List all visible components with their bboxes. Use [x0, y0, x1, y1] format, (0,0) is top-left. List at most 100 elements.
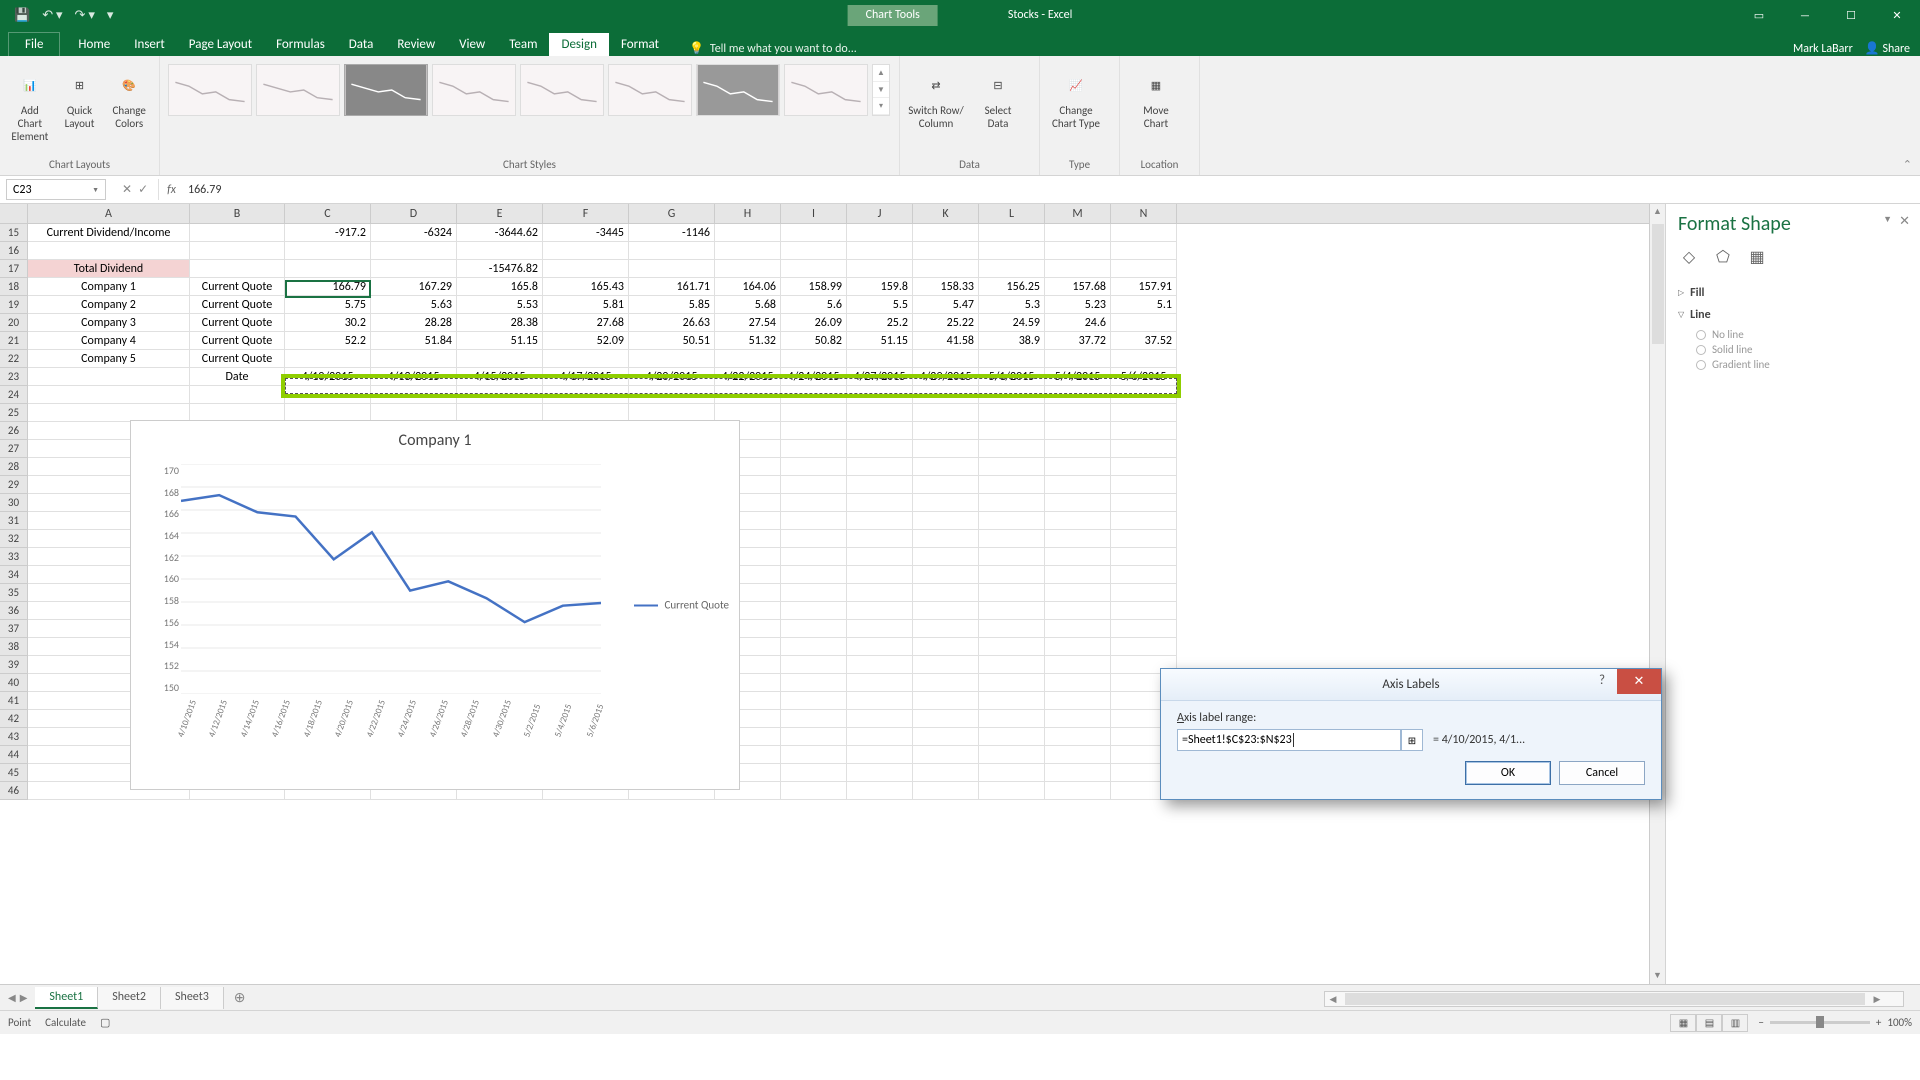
range-picker-icon[interactable]: ⊞ [1401, 729, 1423, 751]
maximize-icon[interactable]: ☐ [1828, 0, 1874, 30]
cell-L43[interactable] [979, 728, 1045, 746]
cell-K35[interactable] [913, 584, 979, 602]
cell-N28[interactable] [1111, 458, 1177, 476]
cell-N25[interactable] [1111, 404, 1177, 422]
cell-M42[interactable] [1045, 710, 1111, 728]
cell-B15[interactable] [190, 224, 285, 242]
cell-M43[interactable] [1045, 728, 1111, 746]
cell-D15[interactable]: -6324 [371, 224, 457, 242]
cell-I31[interactable] [781, 512, 847, 530]
row-header-30[interactable]: 30 [0, 494, 28, 512]
fill-expander[interactable]: ▷Fill [1678, 282, 1908, 304]
cell-M34[interactable] [1045, 566, 1111, 584]
row-header-28[interactable]: 28 [0, 458, 28, 476]
cell-M36[interactable] [1045, 602, 1111, 620]
select-data-button[interactable]: ⊟ Select Data [970, 64, 1026, 130]
chart-title[interactable]: Company 1 [131, 421, 739, 454]
cell-C19[interactable]: 5.75 [285, 296, 371, 314]
row-header-25[interactable]: 25 [0, 404, 28, 422]
cell-N35[interactable] [1111, 584, 1177, 602]
cell-M32[interactable] [1045, 530, 1111, 548]
cell-E22[interactable] [457, 350, 543, 368]
gallery-scroll[interactable]: ▲▼▾ [872, 64, 890, 116]
cell-L18[interactable]: 156.25 [979, 278, 1045, 296]
cell-N24[interactable] [1111, 386, 1177, 404]
cell-G22[interactable] [629, 350, 715, 368]
cell-A22[interactable]: Company 5 [28, 350, 190, 368]
row-header-33[interactable]: 33 [0, 548, 28, 566]
cell-K18[interactable]: 158.33 [913, 278, 979, 296]
cell-I34[interactable] [781, 566, 847, 584]
cell-J38[interactable] [847, 638, 913, 656]
effects-tab-icon[interactable]: ⬠ [1712, 246, 1734, 268]
cell-J39[interactable] [847, 656, 913, 674]
cell-I28[interactable] [781, 458, 847, 476]
pane-help-icon[interactable]: ▼ [1883, 214, 1892, 225]
col-header-E[interactable]: E [457, 204, 543, 223]
undo-icon[interactable]: ↶ ▾ [42, 8, 62, 23]
cell-L15[interactable] [979, 224, 1045, 242]
row-header-24[interactable]: 24 [0, 386, 28, 404]
qat-more-icon[interactable]: ▾ [107, 8, 114, 23]
cell-I43[interactable] [781, 728, 847, 746]
cell-K30[interactable] [913, 494, 979, 512]
cell-L25[interactable] [979, 404, 1045, 422]
cell-M28[interactable] [1045, 458, 1111, 476]
tab-view[interactable]: View [447, 33, 497, 56]
ok-button[interactable]: OK [1465, 761, 1551, 785]
cell-L22[interactable] [979, 350, 1045, 368]
row-header-34[interactable]: 34 [0, 566, 28, 584]
user-name[interactable]: Mark LaBarr [1793, 42, 1853, 56]
cell-L38[interactable] [979, 638, 1045, 656]
chart-style-5[interactable] [520, 64, 604, 116]
cell-H17[interactable] [715, 260, 781, 278]
cell-I38[interactable] [781, 638, 847, 656]
cell-L31[interactable] [979, 512, 1045, 530]
cell-I32[interactable] [781, 530, 847, 548]
cell-J31[interactable] [847, 512, 913, 530]
cell-J25[interactable] [847, 404, 913, 422]
tab-insert[interactable]: Insert [122, 33, 177, 56]
cell-I15[interactable] [781, 224, 847, 242]
change-colors-button[interactable]: 🎨 Change Colors [107, 64, 151, 130]
dialog-help-icon[interactable]: ? [1591, 673, 1613, 691]
minimize-icon[interactable]: — [1782, 0, 1828, 30]
worksheet-grid[interactable]: ABCDEFGHIJKLMN 1516171819202122232425262… [0, 204, 1649, 984]
row-header-19[interactable]: 19 [0, 296, 28, 314]
cell-N38[interactable] [1111, 638, 1177, 656]
enter-formula-icon[interactable]: ✓ [138, 182, 148, 197]
cell-F17[interactable] [543, 260, 629, 278]
cell-F18[interactable]: 165.43 [543, 278, 629, 296]
name-box[interactable]: C23▼ [6, 179, 106, 200]
row-header-40[interactable]: 40 [0, 674, 28, 692]
col-header-M[interactable]: M [1045, 204, 1111, 223]
cell-H22[interactable] [715, 350, 781, 368]
cell-H23[interactable]: 4/22/2015 [715, 368, 781, 386]
cell-H16[interactable] [715, 242, 781, 260]
cell-B22[interactable]: Current Quote [190, 350, 285, 368]
tab-design[interactable]: Design [549, 33, 608, 56]
sheet-tab-sheet1[interactable]: Sheet1 [35, 987, 98, 1009]
cell-A21[interactable]: Company 4 [28, 332, 190, 350]
cell-J15[interactable] [847, 224, 913, 242]
cell-M24[interactable] [1045, 386, 1111, 404]
col-header-G[interactable]: G [629, 204, 715, 223]
row-header-43[interactable]: 43 [0, 728, 28, 746]
vertical-scrollbar[interactable]: ▲ ▼ [1649, 204, 1665, 984]
cell-K36[interactable] [913, 602, 979, 620]
line-expander[interactable]: ▽Line [1678, 304, 1908, 326]
cell-J40[interactable] [847, 674, 913, 692]
cell-M33[interactable] [1045, 548, 1111, 566]
embedded-chart[interactable]: Company 1 170168166164162160158156154152… [130, 420, 740, 790]
cell-F20[interactable]: 27.68 [543, 314, 629, 332]
cell-L26[interactable] [979, 422, 1045, 440]
sheet-nav-first-icon[interactable]: ◀ [8, 991, 16, 1004]
col-header-I[interactable]: I [781, 204, 847, 223]
cell-D18[interactable]: 167.29 [371, 278, 457, 296]
cell-E18[interactable]: 165.8 [457, 278, 543, 296]
row-header-44[interactable]: 44 [0, 746, 28, 764]
row-header-38[interactable]: 38 [0, 638, 28, 656]
cell-K41[interactable] [913, 692, 979, 710]
share-button[interactable]: 👤 Share [1865, 41, 1910, 56]
cell-L34[interactable] [979, 566, 1045, 584]
